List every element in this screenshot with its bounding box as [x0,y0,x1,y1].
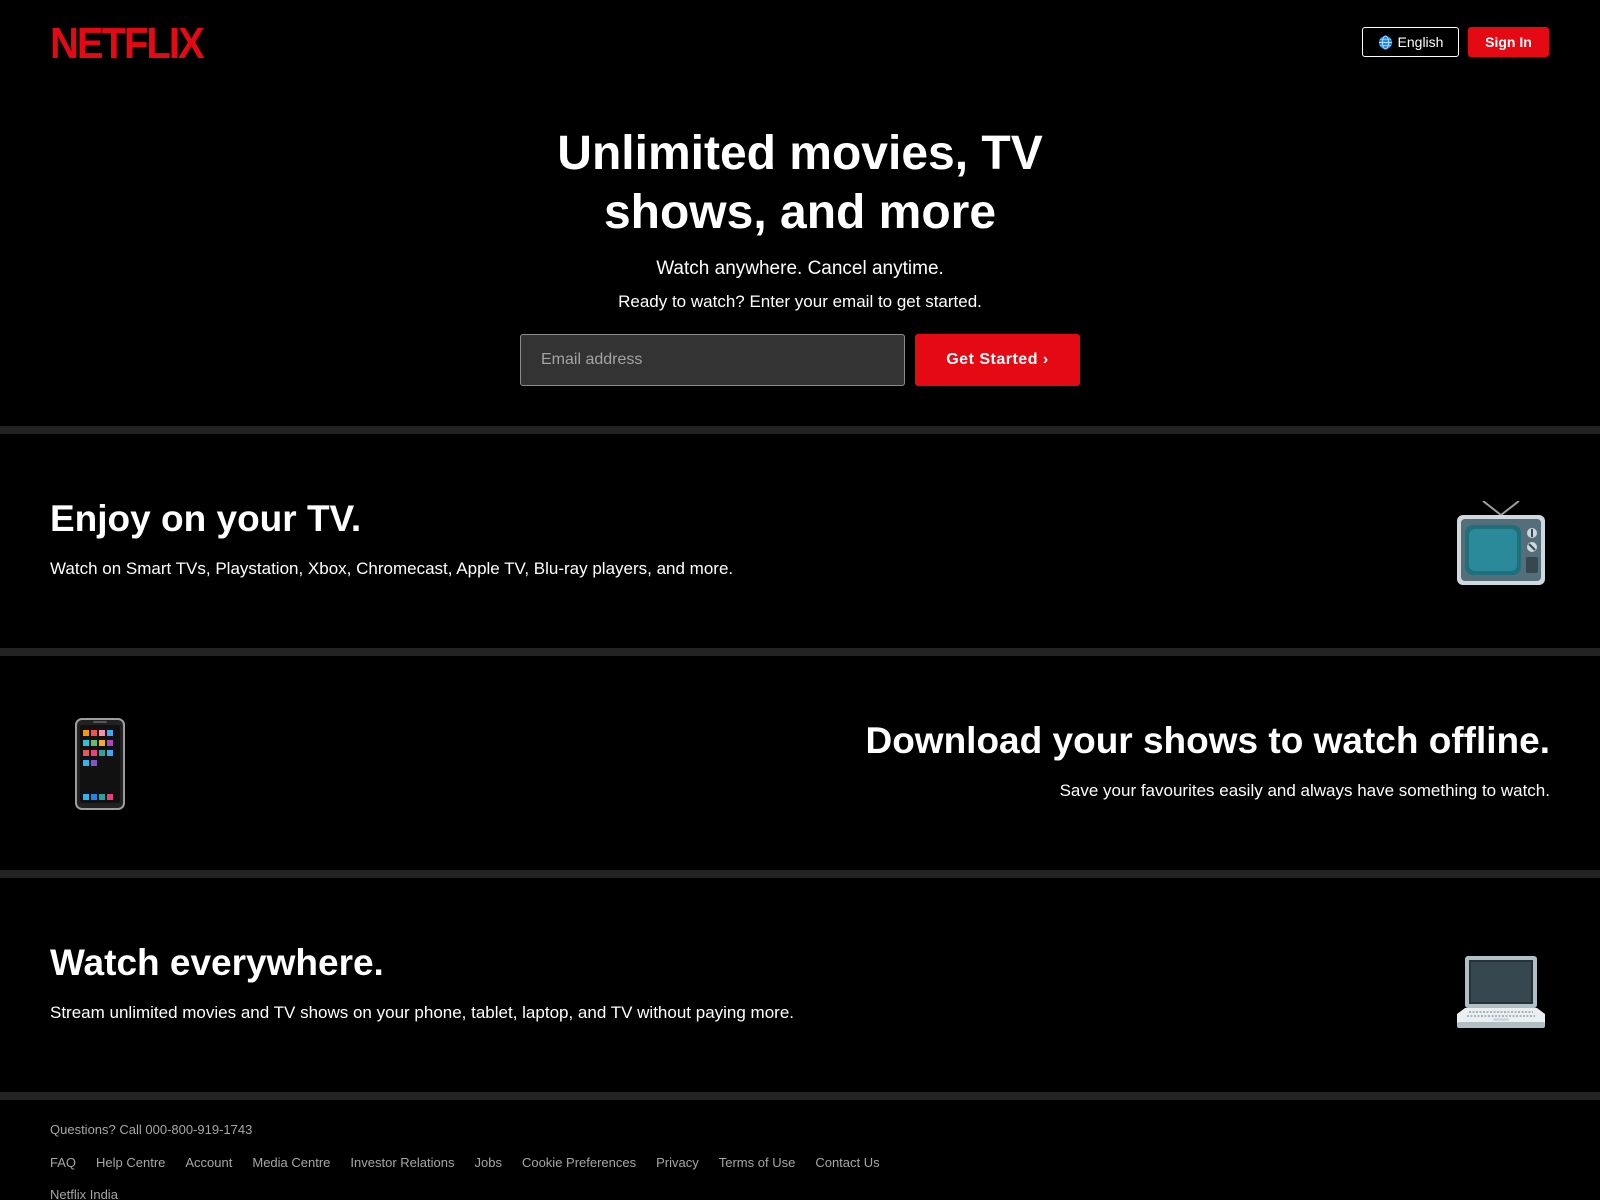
feature-title: Download your shows to watch offline. [865,720,1550,761]
hero-title: Unlimited movies, TV shows, and more [557,127,1043,239]
feature-text: Save your favourites easily and always h… [1059,781,1550,800]
feature-text: Watch on Smart TVs, Playstation, Xbox, C… [50,559,734,578]
get-started-button[interactable]: Get Started › [915,334,1080,386]
footer-country: Netflix India [50,1187,118,1200]
footer-link-help-centre[interactable]: Help Centre [96,1155,165,1170]
footer-link-privacy[interactable]: Privacy [656,1155,699,1170]
feature-download: Download your shows to watch offline. Sa… [0,656,1600,870]
netflix-logo[interactable]: NETFLIX [50,20,205,69]
footer-link-contact-us[interactable]: Contact Us [815,1155,879,1170]
footer-link-account[interactable]: Account [185,1155,232,1170]
footer: Questions? Call 000-800-919-1743 FAQ Hel… [0,1100,1600,1200]
laptop-icon [1457,956,1545,1028]
email-input[interactable] [520,334,905,386]
feature-everywhere: Watch everywhere. Stream unlimited movie… [0,878,1600,1092]
language-label: English [1397,34,1444,50]
feature-title: Watch everywhere. [50,942,384,983]
section-divider [0,870,1600,878]
header: NETFLIX English Sign In [0,0,1600,86]
feature-text: Stream unlimited movies and TV shows on … [50,1003,795,1022]
feature-title: Enjoy on your TV. [50,498,362,539]
language-selector-button[interactable]: English [1362,27,1459,57]
globe-icon [1378,34,1392,50]
sign-in-button[interactable]: Sign In [1468,27,1549,57]
section-divider [0,1092,1600,1100]
footer-link-media-centre[interactable]: Media Centre [252,1155,330,1170]
footer-link-investor-relations[interactable]: Investor Relations [350,1155,454,1170]
tv-icon [1457,501,1545,585]
footer-link-jobs[interactable]: Jobs [474,1155,501,1170]
hero-ready-text: Ready to watch? Enter your email to get … [618,292,982,311]
footer-link-cookie-preferences[interactable]: Cookie Preferences [522,1155,636,1170]
footer-link-terms-of-use[interactable]: Terms of Use [719,1155,796,1170]
section-divider [0,648,1600,656]
mobile-phone-icon [75,718,125,810]
hero-subtitle: Watch anywhere. Cancel anytime. [656,258,944,279]
footer-link-faq[interactable]: FAQ [50,1155,76,1170]
feature-tv: Enjoy on your TV. Watch on Smart TVs, Pl… [0,434,1600,648]
section-divider [0,426,1600,434]
footer-links: FAQ Help Centre Account Media Centre Inv… [50,1155,880,1170]
footer-questions[interactable]: Questions? Call 000-800-919-1743 [50,1122,252,1137]
